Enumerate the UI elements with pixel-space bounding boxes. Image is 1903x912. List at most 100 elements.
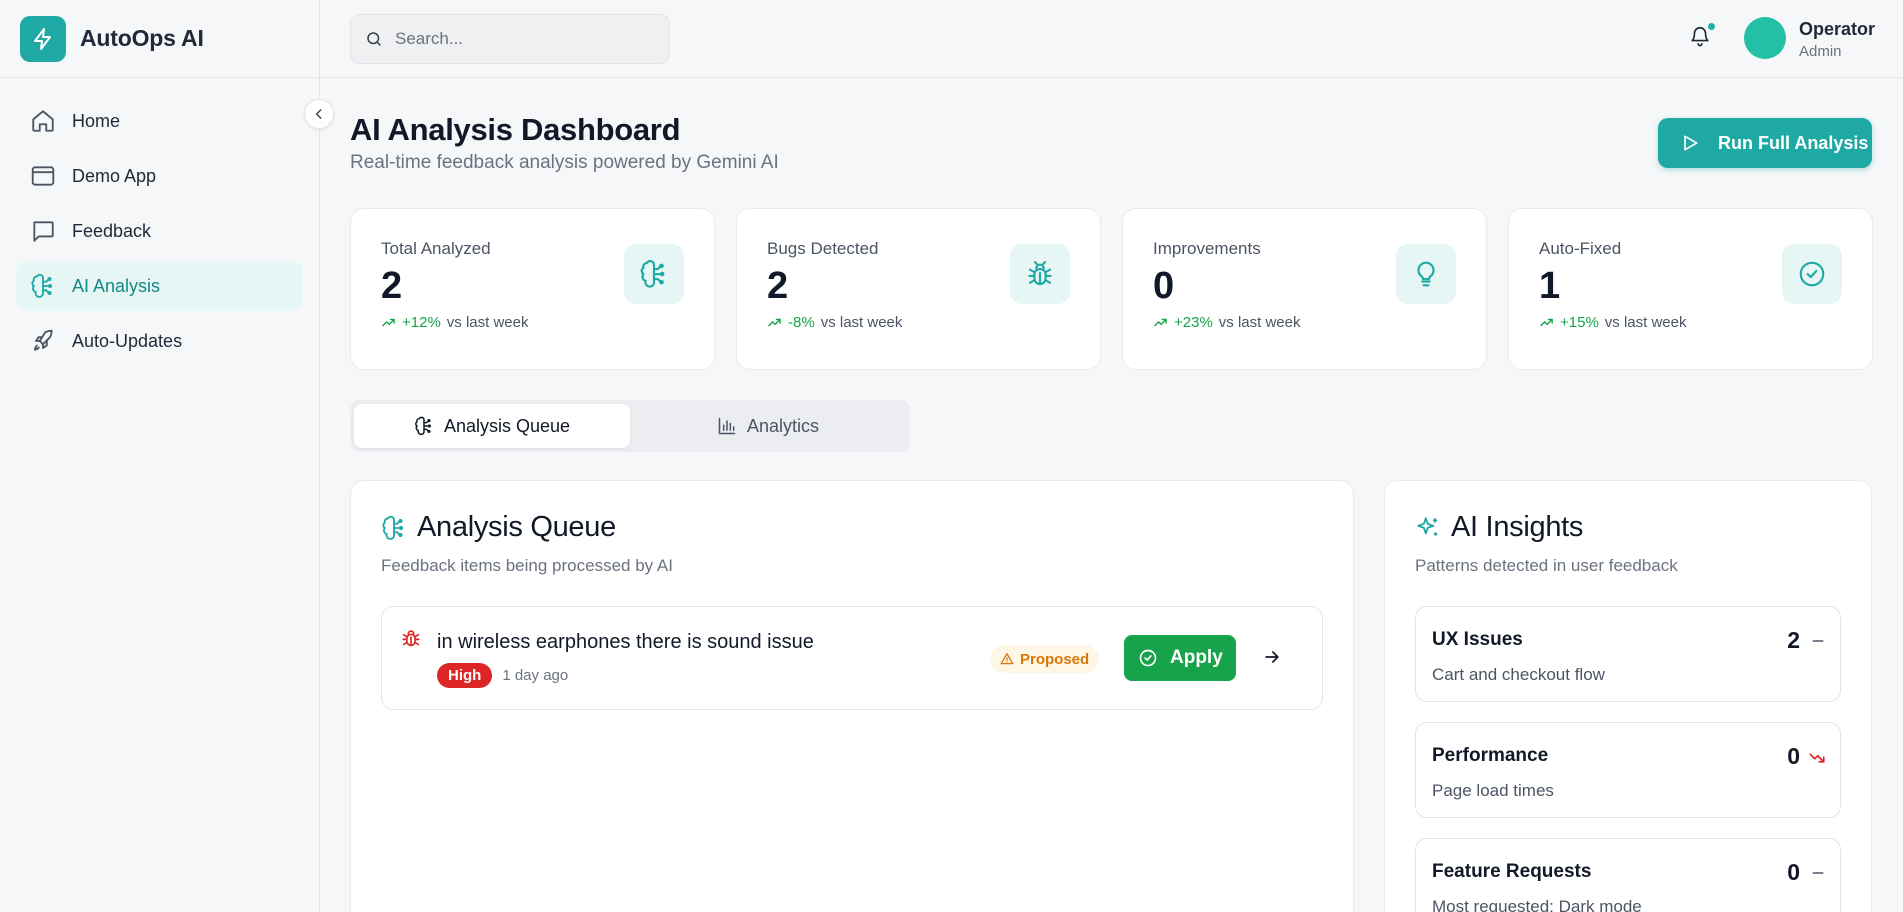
warning-triangle-icon bbox=[1000, 652, 1014, 666]
collapse-sidebar-button[interactable] bbox=[304, 99, 334, 129]
stat-change: +23% bbox=[1174, 314, 1213, 331]
notification-dot bbox=[1707, 22, 1716, 31]
check-circle-icon bbox=[1782, 244, 1842, 304]
sidebar-item-feedback[interactable]: Feedback bbox=[16, 206, 303, 256]
stat-change-suffix: vs last week bbox=[820, 314, 903, 331]
brain-icon bbox=[381, 515, 407, 541]
run-button-label: Run Full Analysis bbox=[1718, 132, 1869, 153]
brand[interactable]: AutoOps AI bbox=[0, 0, 319, 78]
apply-label: Apply bbox=[1170, 647, 1223, 668]
search-icon bbox=[365, 30, 383, 48]
sidebar-item-label: Demo App bbox=[72, 165, 157, 186]
priority-badge: High bbox=[437, 663, 493, 688]
sidebar-item-label: Feedback bbox=[72, 220, 152, 241]
search-input[interactable] bbox=[395, 29, 645, 49]
brand-name: AutoOps AI bbox=[80, 25, 204, 51]
analysis-queue-panel: Analysis Queue Feedback items being proc… bbox=[350, 480, 1354, 912]
insight-description: Cart and checkout flow bbox=[1432, 665, 1605, 684]
queue-item-title: in wireless earphones there is sound iss… bbox=[437, 631, 814, 653]
tab-analysis-queue[interactable]: Analysis Queue bbox=[354, 404, 630, 448]
sidebar-item-label: Auto-Updates bbox=[72, 330, 183, 351]
stat-card-improvements: Improvements 0 +23% vs last week bbox=[1122, 208, 1487, 370]
stat-card-bugs-detected: Bugs Detected 2 -8% vs last week bbox=[736, 208, 1101, 370]
queue-item[interactable]: in wireless earphones there is sound iss… bbox=[381, 606, 1323, 710]
arrow-right-icon bbox=[1262, 647, 1282, 667]
stat-change: +15% bbox=[1560, 314, 1599, 331]
open-item-button[interactable] bbox=[1262, 647, 1282, 667]
bug-icon bbox=[1010, 244, 1070, 304]
sidebar-item-ai-analysis[interactable]: AI Analysis bbox=[16, 261, 303, 311]
brain-icon bbox=[624, 244, 684, 304]
play-icon bbox=[1680, 133, 1700, 153]
tab-label: Analytics bbox=[746, 415, 820, 436]
panel-title: Analysis Queue bbox=[381, 511, 1323, 544]
insight-description: Most requested: Dark mode bbox=[1432, 897, 1642, 912]
apply-button[interactable]: Apply bbox=[1124, 635, 1236, 681]
queue-item-meta: High 1 day ago bbox=[437, 663, 568, 688]
sidebar-item-demo-app[interactable]: Demo App bbox=[16, 151, 303, 201]
run-full-analysis-button[interactable]: Run Full Analysis bbox=[1658, 118, 1872, 168]
insight-name: UX Issues bbox=[1432, 629, 1523, 650]
notifications-button[interactable] bbox=[1689, 22, 1716, 49]
view-tabs: Analysis Queue Analytics bbox=[350, 400, 910, 452]
trending-up-icon bbox=[1539, 315, 1554, 330]
panel-title-text: Analysis Queue bbox=[417, 511, 616, 543]
user-name: Operator bbox=[1799, 19, 1876, 39]
topbar: Operator Admin bbox=[320, 0, 1903, 78]
trending-up-icon bbox=[381, 315, 396, 330]
message-square-icon bbox=[30, 218, 56, 244]
stat-change: +12% bbox=[402, 314, 441, 331]
user-info[interactable]: Operator Admin bbox=[1799, 19, 1875, 60]
lightbulb-icon bbox=[1396, 244, 1456, 304]
search-box[interactable] bbox=[350, 14, 670, 64]
status-badge: Proposed bbox=[990, 645, 1100, 673]
insight-count: 2 bbox=[1787, 627, 1800, 653]
sparkles-icon bbox=[1415, 515, 1441, 541]
insight-count: 0 bbox=[1787, 859, 1800, 885]
page-title: AI Analysis Dashboard bbox=[350, 112, 681, 147]
insight-description: Page load times bbox=[1432, 781, 1554, 800]
brain-icon bbox=[30, 273, 56, 299]
insight-name: Feature Requests bbox=[1432, 861, 1592, 882]
stat-change-suffix: vs last week bbox=[446, 314, 529, 331]
status-label: Proposed bbox=[1020, 650, 1090, 668]
panel-subtitle: Feedback items being processed by AI bbox=[381, 556, 673, 575]
stat-trend: +23% vs last week bbox=[1153, 314, 1456, 331]
sidebar-nav: Home Demo App Feedback AI Analysis Auto-… bbox=[0, 96, 319, 366]
stat-trend: +15% vs last week bbox=[1539, 314, 1842, 331]
panel-title-text: AI Insights bbox=[1451, 511, 1584, 543]
sidebar-item-auto-updates[interactable]: Auto-Updates bbox=[16, 316, 303, 366]
check-circle-icon bbox=[1138, 648, 1158, 668]
tab-analytics[interactable]: Analytics bbox=[630, 404, 906, 448]
insight-card-ux-issues[interactable]: UX Issues Cart and checkout flow 2 bbox=[1415, 606, 1841, 702]
lightning-bolt-icon bbox=[20, 15, 66, 62]
page-subtitle: Real-time feedback analysis powered by G… bbox=[350, 152, 779, 173]
sidebar-item-label: AI Analysis bbox=[72, 275, 161, 296]
panel-subtitle: Patterns detected in user feedback bbox=[1415, 556, 1678, 575]
trending-up-icon bbox=[767, 315, 782, 330]
chevron-left-icon bbox=[312, 107, 326, 121]
tab-label: Analysis Queue bbox=[443, 415, 571, 436]
insight-card-performance[interactable]: Performance Page load times 0 bbox=[1415, 722, 1841, 818]
brain-icon bbox=[414, 416, 434, 436]
stat-card-auto-fixed: Auto-Fixed 1 +15% vs last week bbox=[1508, 208, 1873, 370]
stat-card-total-analyzed: Total Analyzed 2 +12% vs last week bbox=[350, 208, 715, 370]
minus-icon bbox=[1810, 865, 1826, 881]
browser-window-icon bbox=[30, 163, 56, 189]
minus-icon bbox=[1810, 633, 1826, 649]
queue-item-time: 1 day ago bbox=[502, 667, 569, 684]
rocket-icon bbox=[30, 328, 56, 354]
stat-trend: +12% vs last week bbox=[381, 314, 684, 331]
panel-title: AI Insights bbox=[1415, 511, 1841, 544]
bug-icon bbox=[400, 627, 422, 649]
insight-card-feature-requests[interactable]: Feature Requests Most requested: Dark mo… bbox=[1415, 838, 1841, 912]
trending-down-icon bbox=[1808, 749, 1826, 767]
ai-insights-panel: AI Insights Patterns detected in user fe… bbox=[1384, 480, 1872, 912]
bar-chart-icon bbox=[717, 416, 737, 436]
insight-count: 0 bbox=[1787, 743, 1800, 769]
stat-change-suffix: vs last week bbox=[1604, 314, 1687, 331]
stat-change-suffix: vs last week bbox=[1218, 314, 1301, 331]
avatar[interactable] bbox=[1744, 17, 1786, 59]
trending-up-icon bbox=[1153, 315, 1168, 330]
sidebar-item-home[interactable]: Home bbox=[16, 96, 303, 146]
